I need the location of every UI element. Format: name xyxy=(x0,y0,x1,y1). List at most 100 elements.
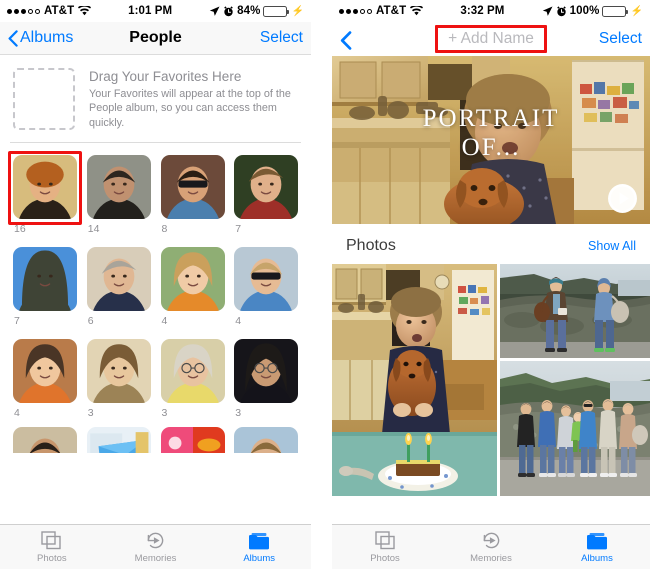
memories-replay-icon xyxy=(145,530,166,551)
person-thumbnail[interactable]: 4 xyxy=(156,243,230,327)
battery-icon xyxy=(602,5,629,17)
tab-photos[interactable]: Photos xyxy=(0,530,104,564)
person-thumbnail[interactable]: 7 xyxy=(8,243,82,327)
person-thumbnail[interactable]: 3 xyxy=(229,335,303,419)
select-button[interactable]: Select xyxy=(599,30,642,48)
person-thumbnail-partial[interactable] xyxy=(8,427,82,453)
person-face-image xyxy=(86,427,151,453)
person-face-image xyxy=(234,427,299,453)
person-thumbnail[interactable]: 6 xyxy=(82,243,156,327)
right-phone-screen: AT&T 3:32 PM 100% ⚡ + Add Name Select PO… xyxy=(332,0,650,569)
favorites-subtitle: Your Favorites will appear at the top of… xyxy=(89,88,291,129)
person-thumbnail-partial[interactable] xyxy=(156,427,230,453)
person-photo-count: 4 xyxy=(235,315,242,327)
tab-label: Albums xyxy=(243,553,276,564)
favorites-hint: Drag Your Favorites Here Your Favorites … xyxy=(0,55,311,140)
person-face-image xyxy=(13,155,77,219)
status-left-group: AT&T xyxy=(7,5,92,17)
nav-bar-left: Albums People Select xyxy=(0,22,311,55)
signal-strength-icon xyxy=(7,8,40,14)
person-thumbnail[interactable]: 7 xyxy=(229,151,303,235)
person-face-image xyxy=(234,155,299,219)
photo-artwork-family-group xyxy=(500,361,650,496)
person-face-image xyxy=(13,247,77,311)
people-row-partial xyxy=(0,427,311,453)
person-thumbnail[interactable]: 14 xyxy=(82,151,156,235)
person-photo-count: 3 xyxy=(87,407,94,419)
memories-replay-icon xyxy=(481,530,502,551)
person-photo-count: 3 xyxy=(161,407,168,419)
photo-thumbnail[interactable] xyxy=(500,361,650,496)
person-photo-count: 14 xyxy=(87,223,100,235)
person-thumbnail[interactable]: 16 xyxy=(8,151,82,235)
person-thumbnail[interactable]: 4 xyxy=(8,335,82,419)
back-to-albums-button[interactable]: Albums xyxy=(8,29,73,47)
lightning-bolt-icon: ⚡ xyxy=(291,5,304,17)
select-button[interactable]: Select xyxy=(260,29,303,47)
person-thumbnail[interactable]: 3 xyxy=(156,335,230,419)
tab-label: Memories xyxy=(470,553,512,564)
person-thumbnail[interactable]: 3 xyxy=(82,335,156,419)
person-face-image xyxy=(160,339,225,403)
person-face-image xyxy=(160,155,225,219)
play-button-icon[interactable] xyxy=(608,184,637,213)
people-row: 16 14 8 7 xyxy=(8,151,303,235)
screenshot-root: AT&T 1:01 PM 84% ⚡ Albums People Select … xyxy=(0,0,650,569)
person-thumbnail[interactable]: 4 xyxy=(229,243,303,327)
person-thumbnail-partial[interactable] xyxy=(82,427,156,453)
status-bar-left: AT&T 1:01 PM 84% ⚡ xyxy=(0,0,311,22)
tab-label: Albums xyxy=(581,553,613,564)
photo-thumbnail[interactable] xyxy=(500,264,650,358)
tab-label: Memories xyxy=(134,553,177,564)
location-arrow-icon xyxy=(542,6,553,17)
memory-hero-image[interactable]: PORTRAIT OF... xyxy=(332,56,650,224)
person-photo-count: 4 xyxy=(161,315,168,327)
person-photo-count: 7 xyxy=(14,315,20,327)
show-all-button[interactable]: Show All xyxy=(588,239,636,253)
tab-memories[interactable]: Memories xyxy=(438,530,544,564)
lightning-bolt-icon: ⚡ xyxy=(630,5,643,17)
favorites-title: Drag Your Favorites Here xyxy=(89,69,242,84)
left-phone-screen: AT&T 1:01 PM 84% ⚡ Albums People Select … xyxy=(0,0,311,569)
photos-grid xyxy=(332,264,650,496)
alarm-clock-icon xyxy=(223,5,234,17)
add-name-button[interactable]: + Add Name xyxy=(435,25,547,53)
photos-section-header: Photos Show All xyxy=(332,224,650,264)
tab-albums[interactable]: Albums xyxy=(544,530,650,564)
carrier-label: AT&T xyxy=(44,5,75,17)
alarm-clock-icon xyxy=(556,5,567,17)
person-thumbnail-partial[interactable] xyxy=(229,427,303,453)
person-photo-count: 8 xyxy=(161,223,168,235)
status-right-group: 100% ⚡ xyxy=(542,5,643,17)
back-label: Albums xyxy=(20,29,74,46)
photos-section-title: Photos xyxy=(346,237,396,254)
person-face-image xyxy=(234,339,299,403)
albums-folder-icon xyxy=(586,530,608,551)
status-left-group: AT&T xyxy=(339,5,424,17)
photo-thumbnail[interactable] xyxy=(332,264,497,496)
photos-squares-icon xyxy=(374,530,396,551)
status-bar-right: AT&T 3:32 PM 100% ⚡ xyxy=(332,0,650,22)
carrier-label: AT&T xyxy=(376,5,407,17)
status-right-group: 84% ⚡ xyxy=(209,5,304,17)
favorites-text: Drag Your Favorites Here Your Favorites … xyxy=(89,68,298,130)
person-face-image xyxy=(86,155,151,219)
location-arrow-icon xyxy=(209,6,220,17)
photos-right-column xyxy=(500,264,650,496)
person-face-image xyxy=(13,427,77,453)
nav-bar-right: + Add Name Select xyxy=(332,22,650,56)
person-thumbnail[interactable]: 8 xyxy=(156,151,230,235)
photo-artwork-birthday xyxy=(332,264,497,496)
tab-memories[interactable]: Memories xyxy=(104,530,208,564)
panel-gutter xyxy=(311,0,332,569)
tab-albums[interactable]: Albums xyxy=(207,530,311,564)
battery-percent-label: 100% xyxy=(569,5,600,17)
favorites-dropzone[interactable] xyxy=(13,68,75,130)
person-photo-count: 16 xyxy=(14,223,26,235)
people-row: 7 6 4 4 xyxy=(8,243,303,327)
people-grid: 16 14 8 7 7 6 4 4 4 3 3 3 xyxy=(0,143,311,419)
clock-label: 1:01 PM xyxy=(128,5,173,17)
person-face-image xyxy=(160,427,225,453)
person-face-image xyxy=(86,339,151,403)
tab-photos[interactable]: Photos xyxy=(332,530,438,564)
